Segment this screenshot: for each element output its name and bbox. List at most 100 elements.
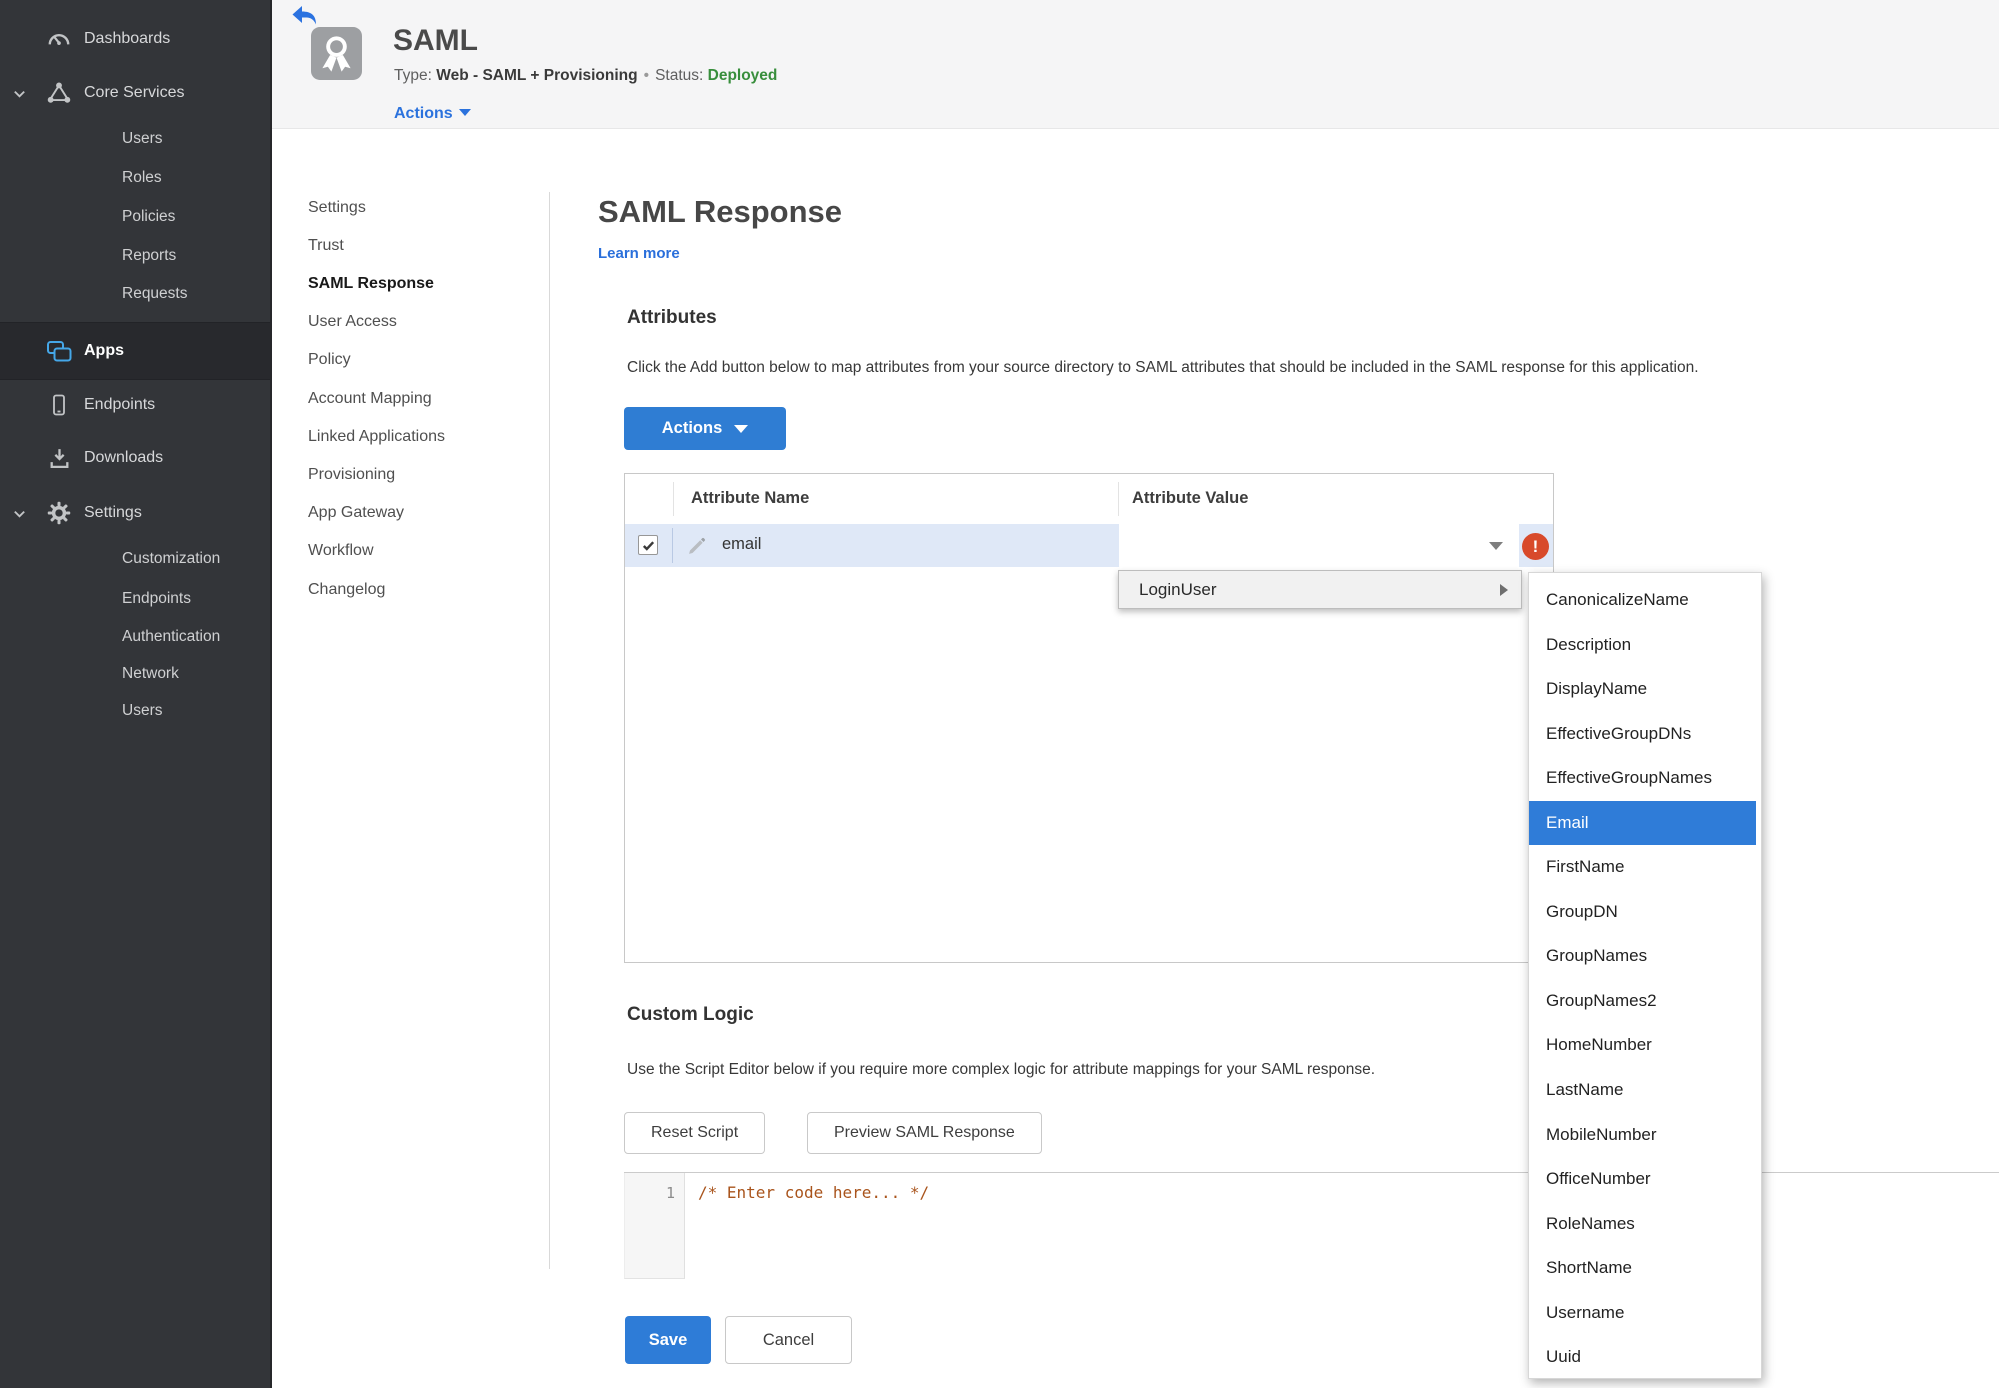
subnav-app-gateway[interactable]: App Gateway	[308, 503, 404, 523]
submenu-item-effectivegroupdns[interactable]: EffectiveGroupDNs	[1529, 712, 1756, 757]
value-dropdown-menu-item-loginuser[interactable]: LoginUser	[1118, 570, 1522, 609]
cancel-button[interactable]: Cancel	[725, 1316, 852, 1364]
submenu-item-username[interactable]: Username	[1529, 1291, 1756, 1336]
sidebar-item-downloads[interactable]: Downloads	[0, 441, 270, 475]
submenu-item-homenumber[interactable]: HomeNumber	[1529, 1023, 1756, 1068]
app-meta: Type: Web - SAML + Provisioning • Status: …	[394, 66, 777, 85]
sidebar-item-roles[interactable]: Roles	[0, 163, 270, 193]
attributes-heading: Attributes	[627, 307, 717, 328]
learn-more-link[interactable]: Learn more	[598, 245, 680, 262]
submenu-item-rolenames[interactable]: RoleNames	[1529, 1202, 1756, 1247]
menu-item-label: LoginUser	[1139, 579, 1217, 599]
apps-icon	[44, 340, 74, 363]
sidebar-item-apps[interactable]: Apps	[0, 322, 270, 380]
submenu-item-groupdn[interactable]: GroupDN	[1529, 890, 1756, 935]
table-row: email !	[625, 524, 1553, 567]
actions-button-label: Actions	[661, 419, 723, 437]
sidebar-item-policies[interactable]: Policies	[0, 202, 270, 232]
sidebar-label: Users	[122, 130, 163, 147]
sidebar-label: Authentication	[122, 628, 221, 645]
sidebar-item-customization[interactable]: Customization	[0, 544, 270, 574]
chevron-down-icon	[734, 424, 749, 433]
type-value: Web - SAML + Provisioning	[436, 67, 638, 84]
sidebar-item-settings-users[interactable]: Users	[0, 696, 270, 726]
subnav-account-mapping[interactable]: Account Mapping	[308, 389, 432, 409]
value-submenu: CanonicalizeName Description DisplayName Ef…	[1528, 572, 1762, 1379]
submenu-item-effectivegroupnames[interactable]: EffectiveGroupNames	[1529, 756, 1756, 801]
submenu-item-uuid[interactable]: Uuid	[1529, 1335, 1756, 1380]
sidebar-label: Reports	[122, 247, 177, 264]
edit-pencil-icon[interactable]	[687, 536, 707, 556]
status-badge: Deployed	[707, 67, 778, 84]
section-title: SAML Response	[598, 194, 843, 229]
sidebar-label: Dashboards	[84, 30, 171, 47]
subnav-user-access[interactable]: User Access	[308, 312, 397, 332]
subnav-settings[interactable]: Settings	[308, 198, 366, 218]
reset-script-button[interactable]: Reset Script	[624, 1112, 766, 1154]
sidebar-label: Settings	[84, 504, 142, 521]
gear-icon	[44, 500, 74, 526]
smartphone-icon	[44, 392, 74, 418]
sidebar-item-users[interactable]: Users	[0, 124, 270, 154]
sidebar-label: Downloads	[84, 449, 164, 466]
sidebar-item-requests[interactable]: Requests	[0, 279, 270, 309]
submenu-item-lastname[interactable]: LastName	[1529, 1068, 1756, 1113]
submenu-item-canonicalizename[interactable]: CanonicalizeName	[1529, 578, 1756, 623]
sidebar-item-reports[interactable]: Reports	[0, 241, 270, 271]
subnav-changelog[interactable]: Changelog	[308, 580, 385, 600]
chevron-down-icon[interactable]	[12, 86, 30, 101]
subnav-provisioning[interactable]: Provisioning	[308, 465, 395, 485]
sidebar-item-network[interactable]: Network	[0, 659, 270, 689]
submenu-item-groupnames[interactable]: GroupNames	[1529, 934, 1756, 979]
attributes-table: Attribute Name Attribute Value email !	[624, 473, 1554, 963]
page-title: SAML	[393, 24, 478, 57]
sidebar-item-dashboards[interactable]: Dashboards	[0, 22, 270, 56]
sidebar-item-authentication[interactable]: Authentication	[0, 622, 270, 652]
submenu-item-displayname[interactable]: DisplayName	[1529, 667, 1756, 712]
sidebar-label: Roles	[122, 169, 162, 186]
sidebar-item-settings-endpoints[interactable]: Endpoints	[0, 584, 270, 614]
subnav-trust[interactable]: Trust	[308, 236, 344, 256]
sidebar-label: Apps	[84, 342, 124, 359]
subnav-workflow[interactable]: Workflow	[308, 541, 374, 561]
chevron-down-icon	[458, 109, 471, 116]
save-button[interactable]: Save	[625, 1316, 711, 1364]
error-glyph: !	[1532, 537, 1539, 556]
submenu-item-description[interactable]: Description	[1529, 623, 1756, 668]
script-editor[interactable]: 1 /* Enter code here... */	[624, 1172, 1999, 1285]
subnav-saml-response[interactable]: SAML Response	[308, 274, 434, 294]
header-actions-menu[interactable]: Actions	[394, 104, 471, 124]
download-icon	[44, 446, 74, 471]
subnav-policy[interactable]: Policy	[308, 350, 351, 370]
submenu-item-email[interactable]: Email	[1529, 800, 1756, 846]
attributes-actions-button[interactable]: Actions	[624, 407, 786, 450]
sidebar-item-core-services[interactable]: Core Services	[0, 76, 270, 110]
submenu-item-mobilenumber[interactable]: MobileNumber	[1529, 1113, 1756, 1158]
chevron-down-icon[interactable]	[12, 506, 30, 521]
submenu-item-groupnames2[interactable]: GroupNames2	[1529, 979, 1756, 1024]
attribute-value-select[interactable]	[1119, 524, 1519, 567]
sidebar-label: Customization	[122, 550, 221, 567]
column-header-attribute-value: Attribute Value	[1132, 489, 1249, 507]
line-number: 1	[665, 1184, 675, 1202]
table-header: Attribute Name Attribute Value	[625, 474, 1553, 525]
sidebar-item-endpoints[interactable]: Endpoints	[0, 388, 270, 422]
sidebar-label: Users	[122, 702, 163, 719]
header-actions-label: Actions	[394, 105, 453, 122]
cell-divider	[672, 528, 673, 563]
editor-gutter: 1	[624, 1173, 685, 1279]
row-checkbox[interactable]	[638, 535, 658, 555]
submenu-item-officenumber[interactable]: OfficeNumber	[1529, 1157, 1756, 1202]
subnav-linked-applications[interactable]: Linked Applications	[308, 427, 445, 447]
preview-saml-response-button[interactable]: Preview SAML Response	[807, 1112, 1042, 1154]
submenu-item-shortname[interactable]: ShortName	[1529, 1246, 1756, 1291]
app-screen: Dashboards Core Services Users Roles Pol…	[0, 0, 1999, 1388]
submenu-item-firstname[interactable]: FirstName	[1529, 845, 1756, 890]
editor-code: /* Enter code here... */	[698, 1183, 930, 1202]
sidebar-item-settings[interactable]: Settings	[0, 496, 270, 530]
gauge-icon	[44, 26, 74, 52]
chevron-right-icon	[1500, 584, 1508, 596]
core-services-icon	[44, 80, 74, 106]
column-divider	[673, 482, 674, 516]
back-arrow-icon[interactable]	[291, 5, 317, 27]
